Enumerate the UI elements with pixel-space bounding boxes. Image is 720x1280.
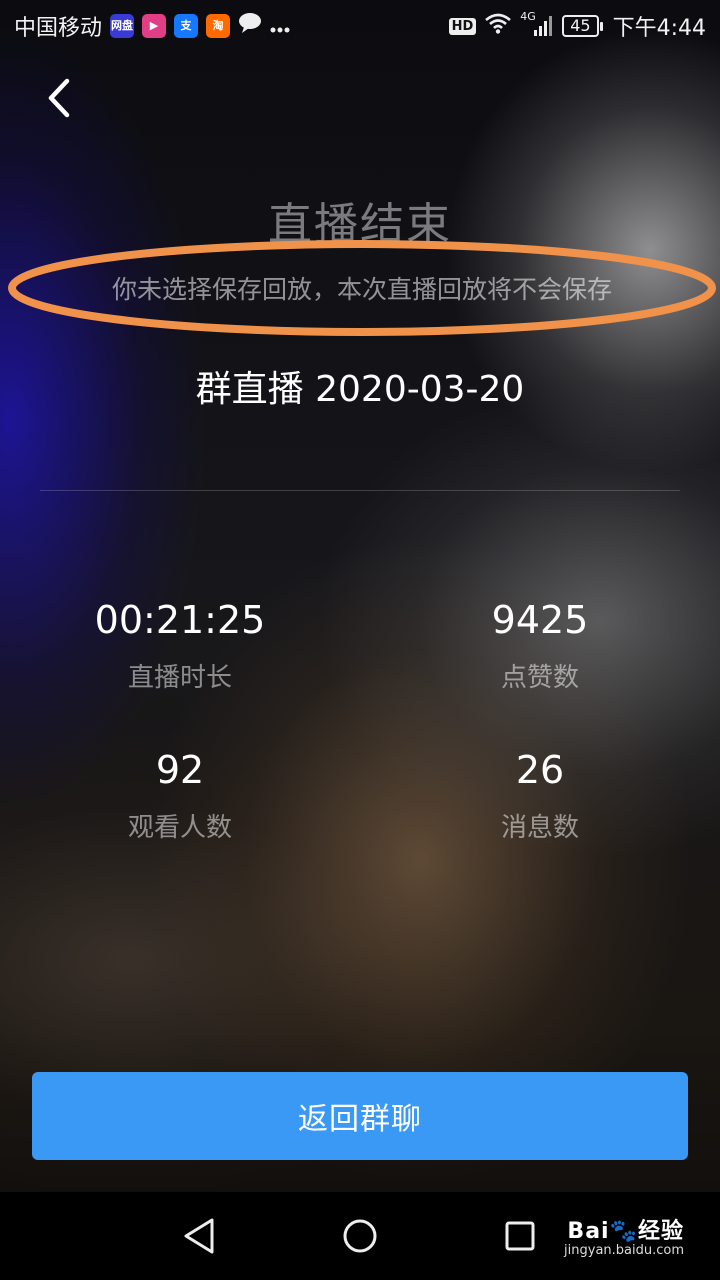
nav-home-button[interactable] — [338, 1214, 382, 1258]
return-to-group-chat-button[interactable]: 返回群聊 — [32, 1072, 688, 1160]
cloud-drive-icon: 网盘 — [110, 14, 135, 38]
status-right: HD 4G 45 下午4:44 — [448, 10, 706, 42]
square-recents-icon — [505, 1221, 535, 1251]
signal-icon: 4G — [520, 10, 554, 38]
chevron-left-icon — [48, 78, 70, 118]
stat-likes: 9425 点赞数 — [390, 595, 690, 694]
triangle-back-icon — [184, 1218, 214, 1254]
session-title: 群直播 2020-03-20 — [195, 369, 525, 410]
wifi-icon — [484, 12, 512, 40]
notice-block: 你未选择保存回放，本次直播回放将不会保存 — [6, 238, 718, 338]
more-notifications-icon — [270, 14, 290, 39]
stat-value: 92 — [155, 748, 205, 792]
stat-viewers: 92 观看人数 — [30, 745, 330, 844]
live-ended-screen: 中国移动 网盘 ▶ 支 淘 HD 4G 45 下午4:44 直播结束 你未选择保… — [0, 0, 720, 1280]
watermark-logo: Bai🐾经验 — [564, 1212, 684, 1245]
nav-back-button[interactable] — [178, 1214, 222, 1258]
status-left: 中国移动 网盘 ▶ 支 淘 — [14, 10, 290, 42]
watermark-brand-suffix: 经验 — [637, 1219, 684, 1244]
stat-label: 观看人数 — [127, 813, 232, 843]
hd-voice-icon: HD — [448, 17, 477, 35]
video-app-icon: ▶ — [142, 14, 167, 38]
stat-label: 消息数 — [500, 813, 579, 843]
baidu-jingyan-watermark: Bai🐾经验 jingyan.baidu.com — [564, 1212, 684, 1258]
stat-value: 00:21:25 — [94, 598, 266, 642]
stat-value: 9425 — [491, 598, 589, 642]
stat-label: 点赞数 — [500, 663, 579, 693]
paw-icon: 🐾 — [609, 1219, 638, 1244]
replay-notice-text: 你未选择保存回放，本次直播回放将不会保存 — [111, 275, 612, 304]
watermark-url: jingyan.baidu.com — [564, 1243, 684, 1258]
nav-recents-button[interactable] — [498, 1214, 542, 1258]
stat-value: 26 — [515, 748, 565, 792]
stat-messages: 26 消息数 — [390, 745, 690, 844]
clock: 下午4:44 — [612, 16, 706, 41]
divider — [40, 490, 680, 491]
status-bar: 中国移动 网盘 ▶ 支 淘 HD 4G 45 下午4:44 — [0, 0, 720, 50]
battery-icon: 45 — [562, 15, 603, 37]
back-button[interactable] — [30, 70, 86, 126]
alipay-icon: 支 — [174, 14, 199, 38]
watermark-brand: Bai — [567, 1219, 610, 1244]
message-bubble-icon — [238, 12, 262, 40]
stat-duration: 00:21:25 直播时长 — [30, 595, 330, 694]
carrier-label: 中国移动 — [14, 16, 103, 41]
circle-home-icon — [343, 1219, 377, 1253]
stat-label: 直播时长 — [127, 663, 232, 693]
taobao-icon: 淘 — [206, 14, 231, 38]
